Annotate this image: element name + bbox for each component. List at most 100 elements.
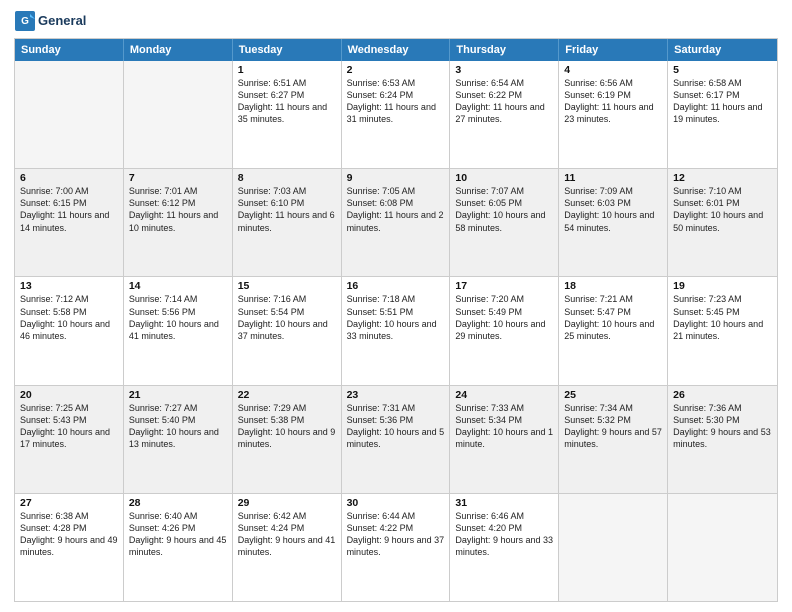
- day-number: 26: [673, 389, 772, 401]
- cell-info: Sunrise: 7:12 AMSunset: 5:58 PMDaylight:…: [20, 293, 118, 342]
- day-number: 21: [129, 389, 227, 401]
- calendar-cell: 23Sunrise: 7:31 AMSunset: 5:36 PMDayligh…: [342, 386, 451, 493]
- calendar-body: 1Sunrise: 6:51 AMSunset: 6:27 PMDaylight…: [15, 61, 777, 601]
- cell-info: Sunrise: 7:00 AMSunset: 6:15 PMDaylight:…: [20, 185, 118, 234]
- day-number: 24: [455, 389, 553, 401]
- cell-info: Sunrise: 7:20 AMSunset: 5:49 PMDaylight:…: [455, 293, 553, 342]
- day-number: 9: [347, 172, 445, 184]
- cell-info: Sunrise: 6:46 AMSunset: 4:20 PMDaylight:…: [455, 510, 553, 559]
- calendar-cell: 6Sunrise: 7:00 AMSunset: 6:15 PMDaylight…: [15, 169, 124, 276]
- day-number: 3: [455, 64, 553, 76]
- calendar-cell: 22Sunrise: 7:29 AMSunset: 5:38 PMDayligh…: [233, 386, 342, 493]
- day-number: 1: [238, 64, 336, 76]
- cell-info: Sunrise: 7:18 AMSunset: 5:51 PMDaylight:…: [347, 293, 445, 342]
- day-number: 29: [238, 497, 336, 509]
- day-number: 22: [238, 389, 336, 401]
- day-number: 2: [347, 64, 445, 76]
- day-number: 19: [673, 280, 772, 292]
- calendar-cell: 21Sunrise: 7:27 AMSunset: 5:40 PMDayligh…: [124, 386, 233, 493]
- cell-info: Sunrise: 7:14 AMSunset: 5:56 PMDaylight:…: [129, 293, 227, 342]
- cell-info: Sunrise: 7:27 AMSunset: 5:40 PMDaylight:…: [129, 402, 227, 451]
- calendar-cell: 5Sunrise: 6:58 AMSunset: 6:17 PMDaylight…: [668, 61, 777, 168]
- calendar-cell: 24Sunrise: 7:33 AMSunset: 5:34 PMDayligh…: [450, 386, 559, 493]
- calendar-cell: 17Sunrise: 7:20 AMSunset: 5:49 PMDayligh…: [450, 277, 559, 384]
- calendar-cell: 31Sunrise: 6:46 AMSunset: 4:20 PMDayligh…: [450, 494, 559, 601]
- cell-info: Sunrise: 7:16 AMSunset: 5:54 PMDaylight:…: [238, 293, 336, 342]
- cell-info: Sunrise: 7:01 AMSunset: 6:12 PMDaylight:…: [129, 185, 227, 234]
- logo-icon: G: [14, 10, 36, 32]
- cell-info: Sunrise: 7:36 AMSunset: 5:30 PMDaylight:…: [673, 402, 772, 451]
- cell-info: Sunrise: 6:54 AMSunset: 6:22 PMDaylight:…: [455, 77, 553, 126]
- cell-info: Sunrise: 7:21 AMSunset: 5:47 PMDaylight:…: [564, 293, 662, 342]
- calendar-cell: [559, 494, 668, 601]
- day-number: 6: [20, 172, 118, 184]
- cell-info: Sunrise: 7:03 AMSunset: 6:10 PMDaylight:…: [238, 185, 336, 234]
- day-number: 30: [347, 497, 445, 509]
- calendar-cell: 28Sunrise: 6:40 AMSunset: 4:26 PMDayligh…: [124, 494, 233, 601]
- cell-info: Sunrise: 7:05 AMSunset: 6:08 PMDaylight:…: [347, 185, 445, 234]
- cell-info: Sunrise: 7:34 AMSunset: 5:32 PMDaylight:…: [564, 402, 662, 451]
- cell-info: Sunrise: 6:58 AMSunset: 6:17 PMDaylight:…: [673, 77, 772, 126]
- calendar-cell: 9Sunrise: 7:05 AMSunset: 6:08 PMDaylight…: [342, 169, 451, 276]
- day-number: 16: [347, 280, 445, 292]
- calendar-header: SundayMondayTuesdayWednesdayThursdayFrid…: [15, 39, 777, 61]
- calendar-cell: 3Sunrise: 6:54 AMSunset: 6:22 PMDaylight…: [450, 61, 559, 168]
- day-header-saturday: Saturday: [668, 39, 777, 61]
- cell-info: Sunrise: 7:07 AMSunset: 6:05 PMDaylight:…: [455, 185, 553, 234]
- calendar-cell: 4Sunrise: 6:56 AMSunset: 6:19 PMDaylight…: [559, 61, 668, 168]
- day-number: 5: [673, 64, 772, 76]
- calendar-cell: 11Sunrise: 7:09 AMSunset: 6:03 PMDayligh…: [559, 169, 668, 276]
- calendar-cell: 19Sunrise: 7:23 AMSunset: 5:45 PMDayligh…: [668, 277, 777, 384]
- calendar-cell: 26Sunrise: 7:36 AMSunset: 5:30 PMDayligh…: [668, 386, 777, 493]
- day-header-thursday: Thursday: [450, 39, 559, 61]
- cell-info: Sunrise: 6:44 AMSunset: 4:22 PMDaylight:…: [347, 510, 445, 559]
- calendar-cell: 13Sunrise: 7:12 AMSunset: 5:58 PMDayligh…: [15, 277, 124, 384]
- cell-info: Sunrise: 7:31 AMSunset: 5:36 PMDaylight:…: [347, 402, 445, 451]
- cell-info: Sunrise: 7:29 AMSunset: 5:38 PMDaylight:…: [238, 402, 336, 451]
- calendar: SundayMondayTuesdayWednesdayThursdayFrid…: [14, 38, 778, 602]
- cell-info: Sunrise: 6:42 AMSunset: 4:24 PMDaylight:…: [238, 510, 336, 559]
- svg-text:G: G: [21, 16, 29, 27]
- calendar-cell: 18Sunrise: 7:21 AMSunset: 5:47 PMDayligh…: [559, 277, 668, 384]
- calendar-cell: 29Sunrise: 6:42 AMSunset: 4:24 PMDayligh…: [233, 494, 342, 601]
- calendar-cell: 30Sunrise: 6:44 AMSunset: 4:22 PMDayligh…: [342, 494, 451, 601]
- calendar-cell: 1Sunrise: 6:51 AMSunset: 6:27 PMDaylight…: [233, 61, 342, 168]
- calendar-cell: [124, 61, 233, 168]
- day-number: 11: [564, 172, 662, 184]
- header: G General: [14, 10, 778, 32]
- day-number: 8: [238, 172, 336, 184]
- day-number: 31: [455, 497, 553, 509]
- calendar-cell: 27Sunrise: 6:38 AMSunset: 4:28 PMDayligh…: [15, 494, 124, 601]
- cell-info: Sunrise: 6:56 AMSunset: 6:19 PMDaylight:…: [564, 77, 662, 126]
- calendar-row-5: 27Sunrise: 6:38 AMSunset: 4:28 PMDayligh…: [15, 493, 777, 601]
- day-number: 25: [564, 389, 662, 401]
- day-header-sunday: Sunday: [15, 39, 124, 61]
- calendar-cell: 10Sunrise: 7:07 AMSunset: 6:05 PMDayligh…: [450, 169, 559, 276]
- day-number: 23: [347, 389, 445, 401]
- day-number: 7: [129, 172, 227, 184]
- day-number: 12: [673, 172, 772, 184]
- cell-info: Sunrise: 6:51 AMSunset: 6:27 PMDaylight:…: [238, 77, 336, 126]
- logo-text: General: [38, 14, 86, 29]
- day-number: 27: [20, 497, 118, 509]
- day-number: 20: [20, 389, 118, 401]
- day-number: 14: [129, 280, 227, 292]
- calendar-cell: 12Sunrise: 7:10 AMSunset: 6:01 PMDayligh…: [668, 169, 777, 276]
- day-header-monday: Monday: [124, 39, 233, 61]
- cell-info: Sunrise: 7:10 AMSunset: 6:01 PMDaylight:…: [673, 185, 772, 234]
- day-number: 28: [129, 497, 227, 509]
- calendar-cell: 7Sunrise: 7:01 AMSunset: 6:12 PMDaylight…: [124, 169, 233, 276]
- day-header-wednesday: Wednesday: [342, 39, 451, 61]
- calendar-cell: 14Sunrise: 7:14 AMSunset: 5:56 PMDayligh…: [124, 277, 233, 384]
- day-number: 13: [20, 280, 118, 292]
- day-number: 10: [455, 172, 553, 184]
- calendar-cell: 15Sunrise: 7:16 AMSunset: 5:54 PMDayligh…: [233, 277, 342, 384]
- calendar-cell: 25Sunrise: 7:34 AMSunset: 5:32 PMDayligh…: [559, 386, 668, 493]
- calendar-cell: 8Sunrise: 7:03 AMSunset: 6:10 PMDaylight…: [233, 169, 342, 276]
- calendar-row-2: 6Sunrise: 7:00 AMSunset: 6:15 PMDaylight…: [15, 168, 777, 276]
- cell-info: Sunrise: 6:40 AMSunset: 4:26 PMDaylight:…: [129, 510, 227, 559]
- cell-info: Sunrise: 7:09 AMSunset: 6:03 PMDaylight:…: [564, 185, 662, 234]
- day-number: 4: [564, 64, 662, 76]
- calendar-cell: 20Sunrise: 7:25 AMSunset: 5:43 PMDayligh…: [15, 386, 124, 493]
- calendar-cell: 16Sunrise: 7:18 AMSunset: 5:51 PMDayligh…: [342, 277, 451, 384]
